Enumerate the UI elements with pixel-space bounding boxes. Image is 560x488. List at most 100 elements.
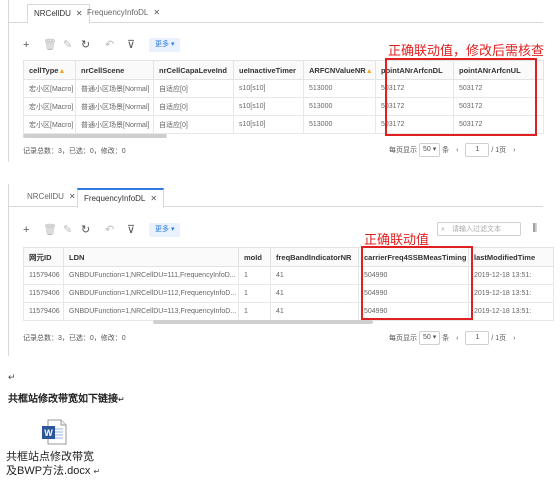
page-unit: 条 — [442, 334, 450, 342]
refresh-icon[interactable]: ↻ — [81, 223, 90, 237]
table-cell[interactable]: GNBDUFunction=1,NRCellDU=112,FrequencyIn… — [63, 284, 239, 303]
page-number-input[interactable]: 1 — [465, 143, 490, 157]
table-cell[interactable]: 2019-12-18 13:51: — [468, 302, 554, 321]
column-header[interactable]: ARFCNValueNR▲ — [303, 60, 376, 80]
table-cell[interactable]: 自适应[0] — [153, 97, 234, 116]
refresh-icon[interactable]: ↻ — [81, 38, 90, 52]
prev-page-icon[interactable]: ‹ — [456, 147, 458, 154]
attachment-line1: 共框站点修改带宽 — [6, 451, 94, 463]
search-input[interactable]: ⌕ 请输入过滤文本 — [437, 222, 521, 236]
table-cell[interactable]: 41 — [270, 266, 359, 285]
more-button[interactable]: 更多 ▾ — [149, 38, 181, 52]
table-cell[interactable]: 513000 — [303, 79, 376, 98]
pagination: 每页显示 50 ▾ 条 ‹ 1 / 1页 › — [389, 143, 515, 157]
delete-icon[interactable]: 🗑 — [43, 38, 57, 52]
table-cell[interactable]: 1 — [238, 302, 271, 321]
add-icon[interactable]: + — [23, 223, 29, 237]
tab-label: NRCellDU — [27, 192, 64, 201]
close-icon[interactable]: ✕ — [69, 192, 76, 201]
warning-icon: ▲ — [58, 67, 66, 75]
table-cell[interactable]: 1 — [238, 284, 271, 303]
paragraph-mark: ↵ — [8, 372, 16, 382]
header-row: 网元ID LDN moId freqBandIndicatorNR carrie… — [23, 247, 554, 267]
column-header[interactable]: lastModifiedTime — [468, 247, 554, 267]
next-page-icon[interactable]: › — [513, 335, 515, 342]
page-size-select[interactable]: 50 ▾ — [418, 143, 441, 157]
annotation-box — [361, 246, 473, 320]
column-header[interactable]: ueInactiveTimer — [233, 60, 304, 80]
table-cell[interactable]: 宏小区[Macro] — [23, 115, 76, 134]
table-cell[interactable]: 41 — [270, 284, 359, 303]
table-cell[interactable]: s10[s10] — [233, 97, 304, 116]
close-icon[interactable]: ✕ — [153, 8, 160, 17]
warning-icon: ▲ — [365, 67, 373, 75]
table-cell[interactable]: 宏小区[Macro] — [23, 79, 76, 98]
column-header[interactable]: LDN — [63, 247, 239, 267]
page-total: / 1页 — [491, 334, 507, 342]
edit-icon[interactable]: ✎ — [63, 38, 72, 52]
more-button[interactable]: 更多 ▾ — [149, 223, 181, 237]
table-cell[interactable]: 513000 — [303, 115, 376, 134]
tab-label: FrequencyInfoDL — [87, 8, 149, 17]
table-cell[interactable]: 自适应[0] — [153, 115, 234, 134]
table-cell[interactable]: 11579406 — [23, 284, 64, 303]
table-cell[interactable]: s10[s10] — [233, 79, 304, 98]
annotation-note: 正确联动值，修改后需核查 — [388, 43, 545, 58]
tab-label: FrequencyInfoDL — [84, 194, 146, 203]
table-cell[interactable]: 41 — [270, 302, 359, 321]
tab-nrcelldu[interactable]: NRCellDU ✕ — [21, 188, 82, 205]
column-header[interactable]: 网元ID — [23, 247, 64, 267]
word-document-icon[interactable]: W — [40, 418, 68, 446]
frequencyinfodl-table: 网元ID LDN moId freqBandIndicatorNR carrie… — [23, 247, 554, 321]
page-size-select[interactable]: 50 ▾ — [418, 331, 441, 345]
table-cell[interactable]: 513000 — [303, 97, 376, 116]
column-header[interactable]: cellType▲ — [23, 60, 76, 80]
column-header[interactable]: nrCellCapaLeveInd — [153, 60, 234, 80]
column-header[interactable]: nrCellScene — [75, 60, 154, 80]
edit-icon[interactable]: ✎ — [63, 223, 72, 237]
close-icon[interactable]: ✕ — [150, 194, 157, 203]
table-row[interactable]: 11579406 GNBDUFunction=1,NRCellDU=113,Fr… — [23, 302, 554, 321]
horizontal-scrollbar[interactable] — [153, 320, 373, 324]
filter-icon[interactable]: ⊽ — [127, 223, 135, 237]
search-icon: ⌕ — [441, 226, 445, 233]
tab-label: NRCellDU — [34, 9, 71, 18]
undo-icon[interactable]: ↶ — [105, 223, 114, 237]
table-cell[interactable]: 普通小区场景[Normal] — [75, 115, 154, 134]
column-header[interactable]: moId — [238, 247, 271, 267]
undo-icon[interactable]: ↶ — [105, 38, 114, 52]
table-row[interactable]: 11579406 GNBDUFunction=1,NRCellDU=111,Fr… — [23, 266, 554, 285]
page-size-label: 每页显示 — [389, 146, 417, 154]
table-cell[interactable]: GNBDUFunction=1,NRCellDU=113,FrequencyIn… — [63, 302, 239, 321]
filter-icon[interactable]: ⊽ — [127, 38, 135, 52]
tab-bar: NRCellDU ✕ FrequencyInfoDL ✕ — [9, 0, 543, 24]
page-unit: 条 — [442, 146, 450, 154]
record-info: 记录总数：3，已选：0，修改：0 — [23, 335, 126, 342]
table-row[interactable]: 11579406 GNBDUFunction=1,NRCellDU=112,Fr… — [23, 284, 554, 303]
horizontal-scrollbar[interactable] — [23, 134, 167, 138]
page-number-input[interactable]: 1 — [465, 331, 490, 345]
delete-icon[interactable]: 🗑 — [43, 223, 57, 237]
table-cell[interactable]: 普通小区场景[Normal] — [75, 79, 154, 98]
table-cell[interactable]: 11579406 — [23, 266, 64, 285]
attachment-name[interactable]: 共框站点修改带宽 及BWP方法.docx ↵ — [6, 450, 146, 479]
tab-frequencyinfodl[interactable]: FrequencyInfoDL ✕ — [77, 188, 165, 209]
table-cell[interactable]: 11579406 — [23, 302, 64, 321]
table-cell[interactable]: 2019-12-18 13:51: — [468, 284, 554, 303]
table-cell[interactable]: 宏小区[Macro] — [23, 97, 76, 116]
table-cell[interactable]: s10[s10] — [233, 115, 304, 134]
toolbar: + 🗑 ✎ ↻ ↶ ⊽ 更多 ▾ ⌕ 请输入过滤文本 ⫼ — [9, 220, 543, 240]
table-cell[interactable]: 自适应[0] — [153, 79, 234, 98]
next-page-icon[interactable]: › — [513, 147, 515, 154]
section-heading: 共框站修改带宽如下链接↵ — [8, 394, 125, 405]
tab-frequencyinfodl[interactable]: FrequencyInfoDL ✕ — [81, 4, 166, 21]
table-cell[interactable]: GNBDUFunction=1,NRCellDU=111,FrequencyIn… — [63, 266, 239, 285]
table-cell[interactable]: 1 — [238, 266, 271, 285]
column-header[interactable]: freqBandIndicatorNR — [270, 247, 359, 267]
attachment-line2: 及BWP方法.docx ↵ — [6, 465, 101, 477]
table-cell[interactable]: 2019-12-18 13:51: — [468, 266, 554, 285]
table-cell[interactable]: 普通小区场景[Normal] — [75, 97, 154, 116]
add-icon[interactable]: + — [23, 38, 29, 52]
prev-page-icon[interactable]: ‹ — [456, 335, 458, 342]
columns-icon[interactable]: ⫼ — [532, 223, 537, 234]
